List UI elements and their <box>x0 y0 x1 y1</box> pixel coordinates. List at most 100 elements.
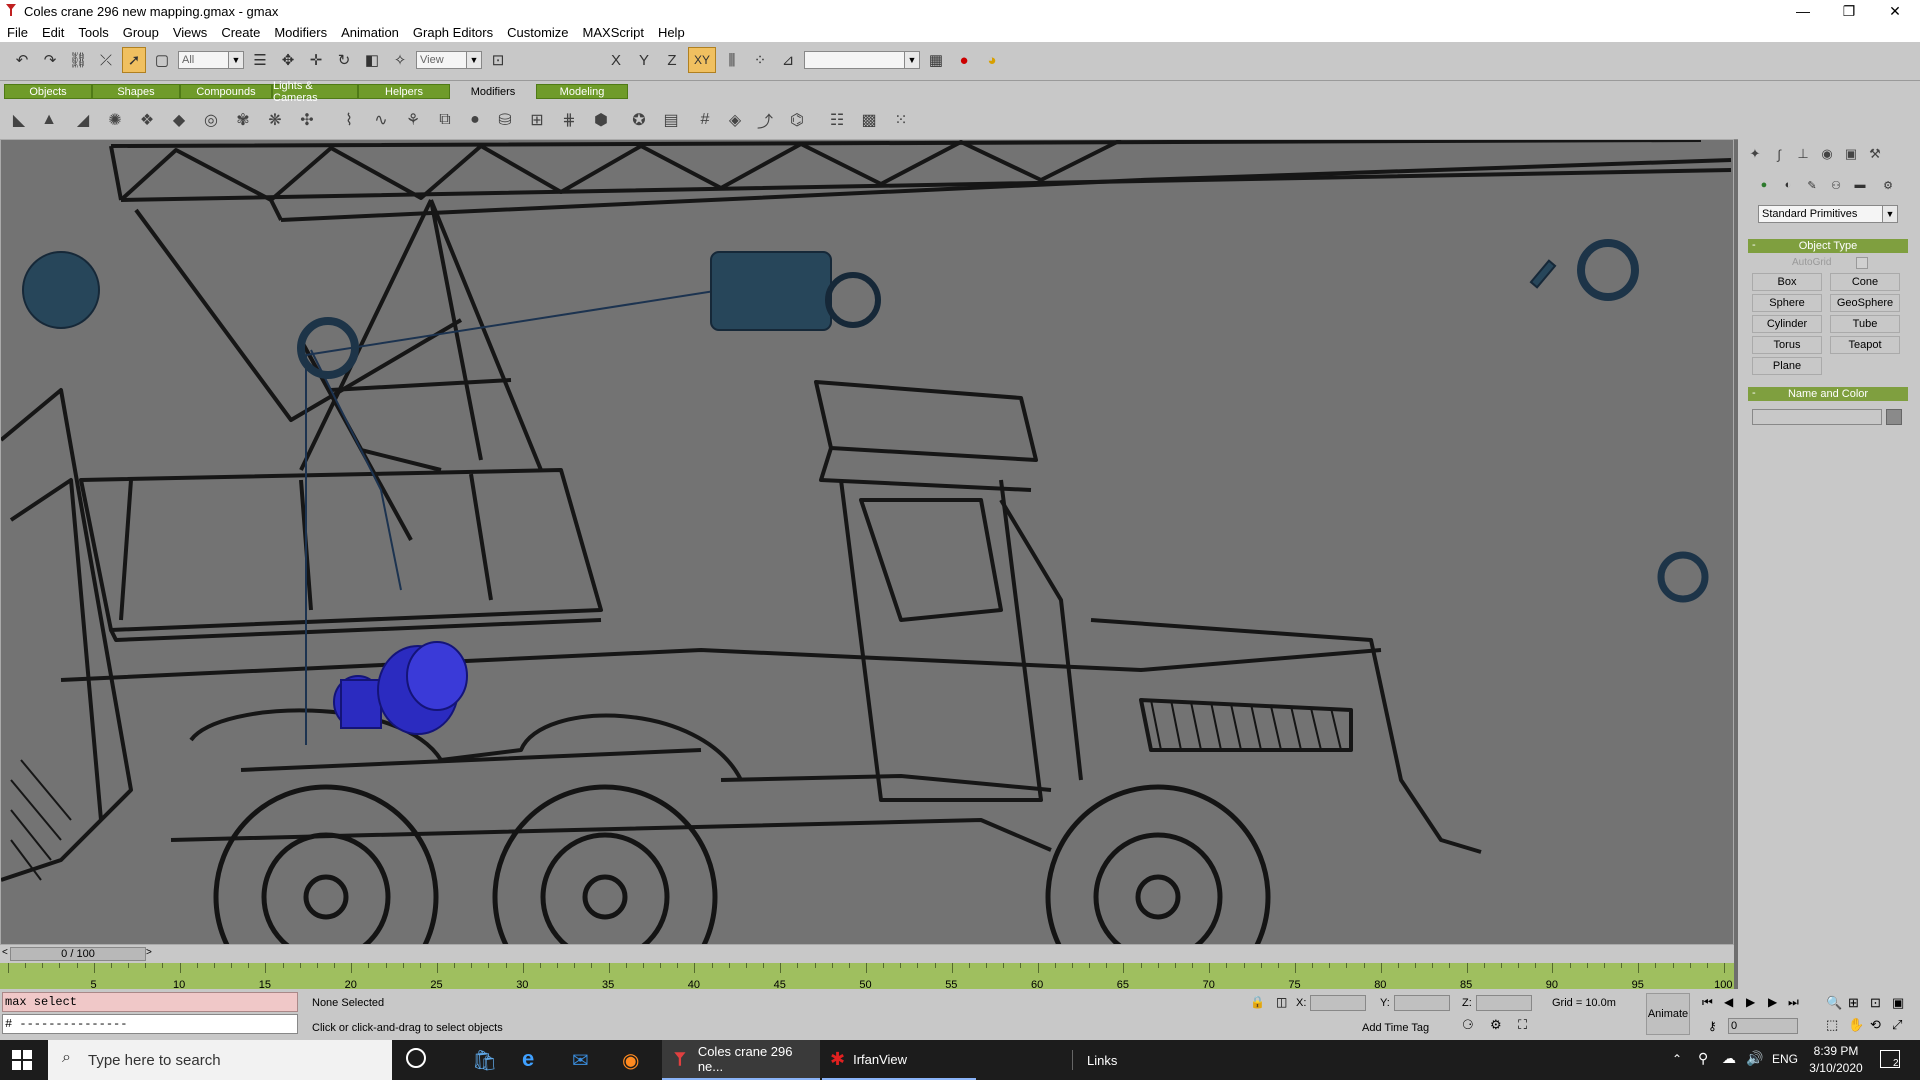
sphere-icon[interactable]: ● <box>464 109 486 131</box>
undo-icon[interactable]: ↶ <box>10 47 34 73</box>
clock-date[interactable]: 3/10/2020 <box>1806 1061 1866 1075</box>
minimize-button[interactable]: — <box>1780 0 1826 22</box>
menu-views[interactable]: Views <box>166 25 214 40</box>
sphere-button[interactable]: Sphere <box>1752 294 1822 312</box>
play-icon[interactable]: ▶ <box>1746 995 1755 1009</box>
geosphere-button[interactable]: GeoSphere <box>1830 294 1900 312</box>
region-zoom-icon[interactable]: ⬚ <box>1826 1017 1838 1033</box>
network-icon[interactable]: ⚲ <box>1698 1050 1708 1067</box>
checker-icon[interactable]: ▩ <box>858 109 880 131</box>
key-mode-icon[interactable]: ⚷ <box>1708 1019 1717 1033</box>
zoom-icon[interactable]: 🔍 <box>1826 995 1842 1011</box>
rotate-icon[interactable]: ↻ <box>332 47 356 73</box>
taskbar-app-gmax[interactable]: Coles crane 296 ne... <box>662 1040 820 1080</box>
create-panel-icon[interactable]: ✦ <box>1746 145 1764 163</box>
tab-modeling[interactable]: Modeling <box>536 84 628 99</box>
arc-rotate-icon[interactable]: ⟲ <box>1870 1017 1881 1033</box>
redo-icon[interactable]: ↷ <box>38 47 62 73</box>
motion-panel-icon[interactable]: ◉ <box>1818 145 1836 163</box>
store-icon[interactable]: 🛍 <box>472 1048 497 1073</box>
firefox-icon[interactable]: ◉ <box>622 1048 639 1073</box>
align-icon[interactable]: ⊿ <box>776 47 800 73</box>
reference-coord-dropdown[interactable]: View ▼ <box>416 51 482 69</box>
lock-selection-icon[interactable]: 🔒 <box>1250 995 1265 1009</box>
absolute-mode-icon[interactable]: ◫ <box>1276 995 1287 1009</box>
tab-helpers[interactable]: Helpers <box>358 84 450 99</box>
cone-button[interactable]: Cone <box>1830 273 1900 291</box>
maxscript-output-line[interactable]: # --------------- <box>2 1014 298 1034</box>
optimize-icon[interactable]: ⊞ <box>526 109 548 131</box>
wave-modifier-icon[interactable]: ✾ <box>232 109 254 131</box>
taskbar-app-irfanview[interactable]: ✱ IrfanView <box>822 1040 976 1080</box>
time-slider[interactable]: < 0 / 100 > <box>0 945 1734 963</box>
pivot-center-icon[interactable]: ⊡ <box>486 47 510 73</box>
render-icon[interactable]: ◕ <box>980 47 1004 73</box>
clock-time[interactable]: 8:39 PM <box>1806 1044 1866 1058</box>
select-by-name-icon[interactable]: ☰ <box>248 47 272 73</box>
xform-modifier-icon[interactable]: ✣ <box>296 109 318 131</box>
axis-y-button[interactable]: Y <box>632 47 656 73</box>
selection-region-icon[interactable]: ▢ <box>150 47 174 73</box>
scale-icon[interactable]: ◧ <box>360 47 384 73</box>
smooth-icon[interactable]: ◈ <box>724 109 746 131</box>
percent-snap-icon[interactable]: ⛶ <box>1518 1017 1527 1033</box>
menu-help[interactable]: Help <box>651 25 692 40</box>
next-frame-icon[interactable]: ▶ <box>1768 995 1777 1009</box>
mail-icon[interactable]: ✉ <box>572 1048 589 1073</box>
noise-modifier-icon[interactable]: ✺ <box>104 109 126 131</box>
geometry-icon[interactable]: ● <box>1756 177 1772 193</box>
systems-icon[interactable]: ⚙ <box>1880 177 1896 193</box>
axis-z-button[interactable]: Z <box>660 47 684 73</box>
zoom-extents-icon[interactable]: ⊡ <box>1870 995 1881 1011</box>
torus-button[interactable]: Torus <box>1752 336 1822 354</box>
teapot-button[interactable]: Teapot <box>1830 336 1900 354</box>
hierarchy-panel-icon[interactable]: ⊥ <box>1794 145 1812 163</box>
menu-animation[interactable]: Animation <box>334 25 406 40</box>
menu-create[interactable]: Create <box>214 25 267 40</box>
stack-icon[interactable]: ☷ <box>826 109 848 131</box>
restore-button[interactable]: ❐ <box>1826 0 1872 22</box>
dots-3d-icon[interactable]: ⁙ <box>890 109 912 131</box>
mirror-icon[interactable]: ⫼ <box>720 47 744 73</box>
cortana-icon[interactable] <box>406 1048 426 1068</box>
lattice-modifier-icon[interactable]: ❋ <box>264 109 286 131</box>
utilities-panel-icon[interactable]: ⚒ <box>1866 145 1884 163</box>
layers-icon[interactable]: ▦ <box>924 47 948 73</box>
previous-frame-icon[interactable]: ◀ <box>1724 995 1733 1009</box>
unwrap-uvw-icon[interactable]: ⬢ <box>590 109 612 131</box>
next-frame-icon[interactable]: > <box>146 947 152 958</box>
unlink-icon[interactable]: ⤫ <box>94 47 118 73</box>
shapes-icon[interactable]: ◐ <box>1780 177 1796 193</box>
pan-icon[interactable]: ✋ <box>1848 1017 1864 1033</box>
snap-toggle-icon[interactable]: ⚆ <box>1462 1017 1474 1033</box>
time-slider-thumb[interactable]: 0 / 100 <box>10 947 146 961</box>
menu-edit[interactable]: Edit <box>35 25 71 40</box>
stretch-modifier-icon[interactable]: ❖ <box>136 109 158 131</box>
go-to-end-icon[interactable]: ⏭ <box>1788 995 1799 1010</box>
track-bar[interactable]: 5 10 15 20 25 30 35 40 45 50 55 60 65 70 75 80 85 90 95 100 <box>0 963 1734 991</box>
tab-compounds[interactable]: Compounds <box>180 84 272 99</box>
prev-frame-icon[interactable]: < <box>2 947 8 958</box>
manipulate-icon[interactable]: ✧ <box>388 47 412 73</box>
menu-graph-editors[interactable]: Graph Editors <box>406 25 500 40</box>
current-frame-input[interactable] <box>1728 1018 1798 1034</box>
internet-explorer-icon[interactable]: e <box>522 1046 534 1072</box>
volume-select-icon[interactable]: ✪ <box>628 109 650 131</box>
add-time-tag-button[interactable]: Add Time Tag <box>1362 1022 1429 1034</box>
cylinder-button[interactable]: Cylinder <box>1752 315 1822 333</box>
twist-modifier-icon[interactable]: ◢ <box>72 109 94 131</box>
taskbar-links-toolbar[interactable]: Links <box>1072 1040 1152 1080</box>
bend-modifier-icon[interactable]: ◣ <box>8 109 30 131</box>
grid-icon[interactable]: # <box>694 109 716 131</box>
helpers-icon[interactable]: ▬ <box>1852 177 1868 193</box>
plane-button[interactable]: Plane <box>1752 357 1822 375</box>
object-color-swatch[interactable] <box>1886 409 1902 425</box>
z-coordinate-field[interactable] <box>1476 995 1532 1011</box>
tab-objects[interactable]: Objects <box>4 84 92 99</box>
mesh-select-icon[interactable]: ▤ <box>660 109 682 131</box>
volume-icon[interactable]: 🔊 <box>1746 1050 1763 1067</box>
array-icon[interactable]: ⁘ <box>748 47 772 73</box>
select-and-link-icon[interactable]: ⛓ <box>66 47 90 73</box>
axis-xy-button[interactable]: XY <box>688 47 716 73</box>
windows-start-icon[interactable] <box>12 1050 32 1070</box>
